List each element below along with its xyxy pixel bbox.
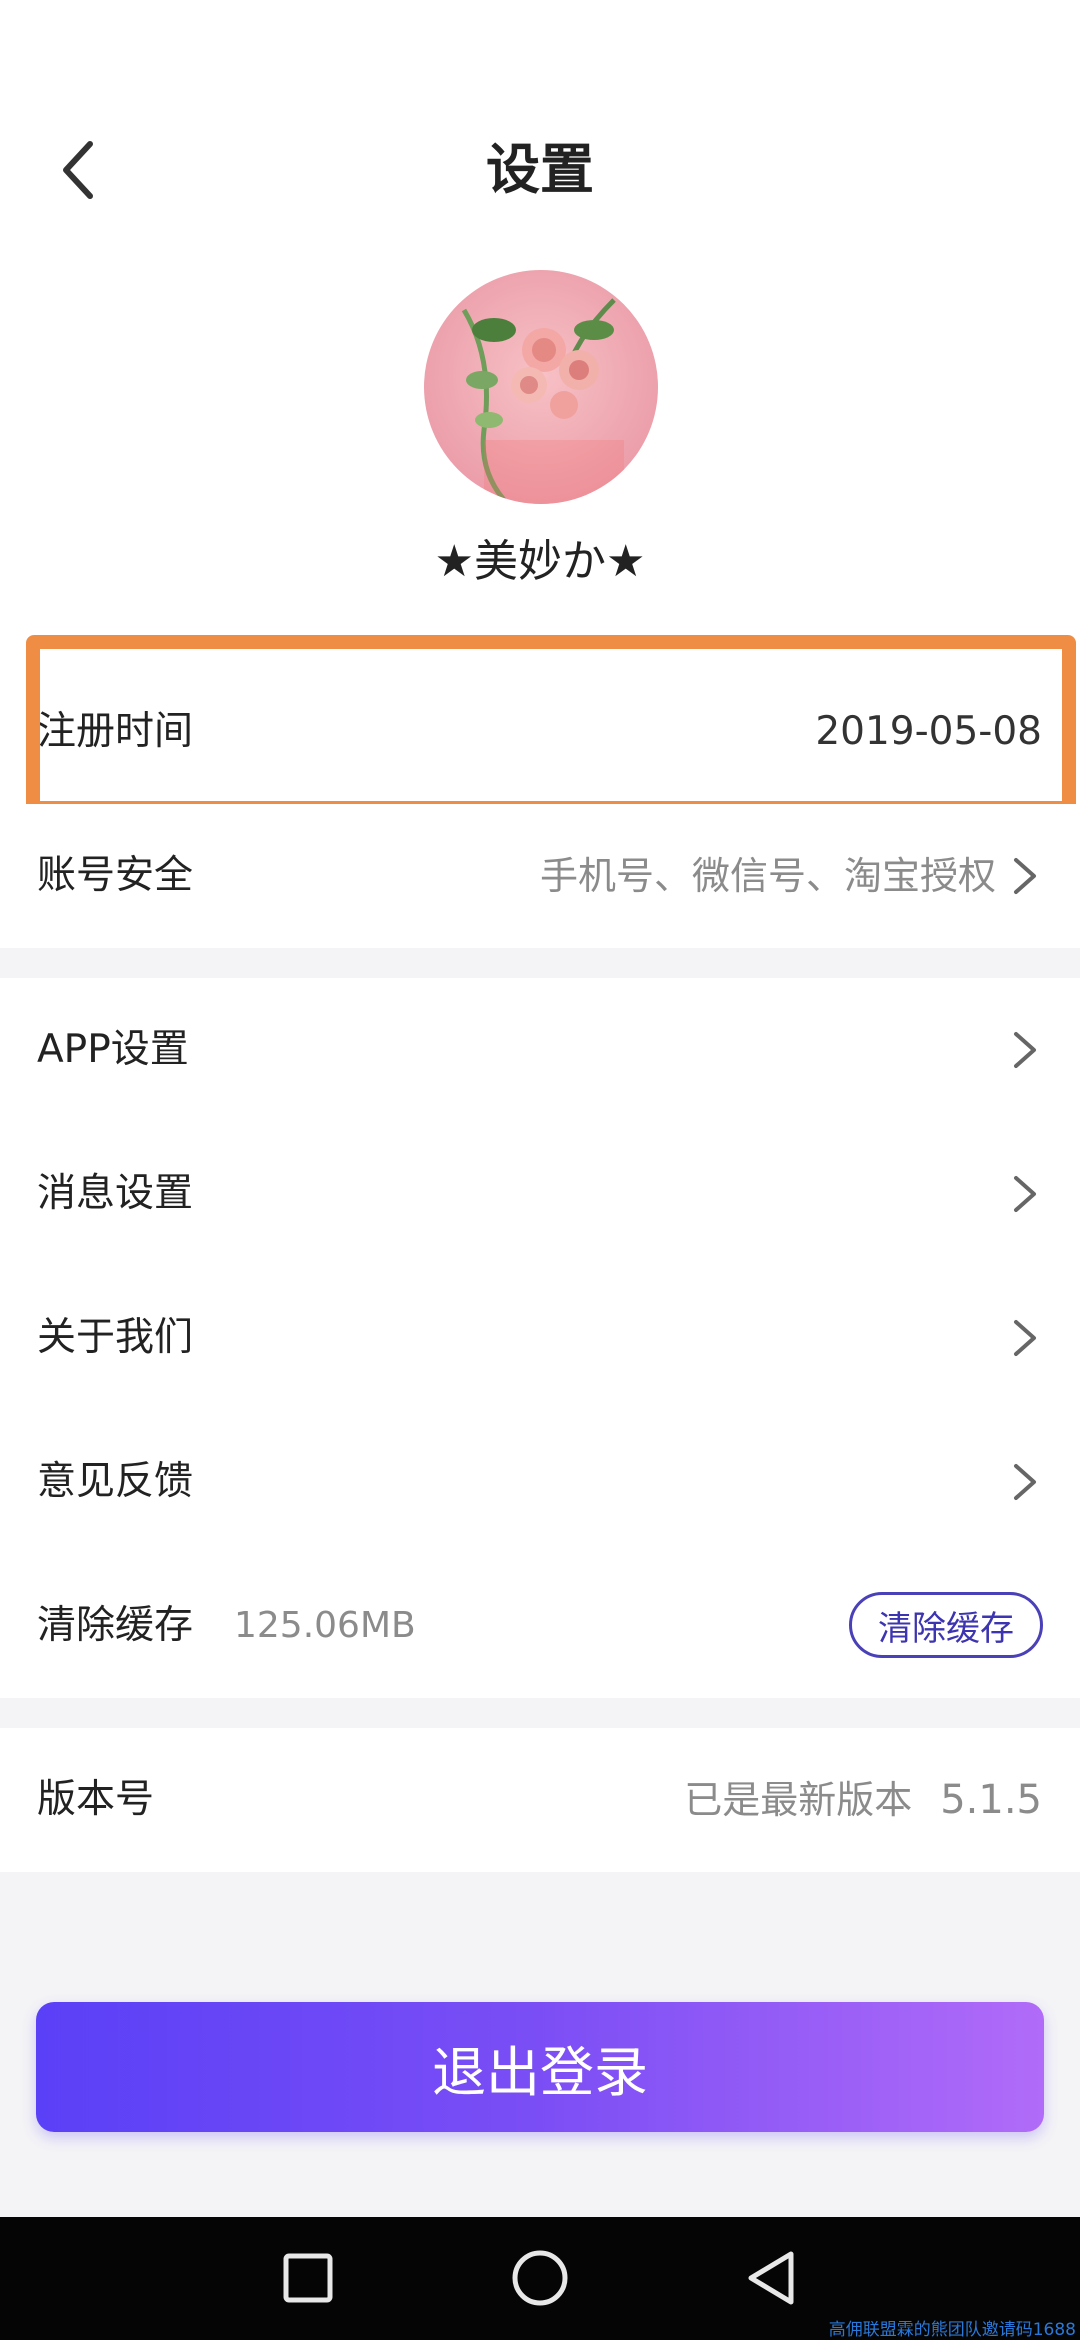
triangle-back-icon: [748, 2251, 794, 2305]
page-title: 设置: [486, 138, 594, 201]
row-message-settings[interactable]: 消息设置: [0, 1122, 1080, 1266]
feedback-label: 意见反馈: [37, 1459, 194, 1504]
version-label: 版本号: [37, 1777, 155, 1822]
message-settings-label: 消息设置: [37, 1171, 194, 1216]
row-account-security[interactable]: 账号安全 手机号、微信号、淘宝授权: [0, 804, 1080, 948]
clear-cache-label: 清除缓存: [37, 1603, 194, 1648]
about-us-label: 关于我们: [37, 1315, 194, 1360]
version-info: 已是最新版本 5.1.5: [684, 1728, 1042, 1872]
row-about-us[interactable]: 关于我们: [0, 1266, 1080, 1410]
chevron-right-icon: [1014, 858, 1036, 894]
avatar[interactable]: [424, 270, 658, 504]
section-divider: [0, 948, 1080, 978]
logout-button[interactable]: 退出登录: [36, 2002, 1044, 2132]
clear-cache-button[interactable]: 清除缓存: [849, 1592, 1043, 1658]
avatar-image: [424, 270, 658, 504]
row-clear-cache: 清除缓存 125.06MB 清除缓存: [0, 1554, 1080, 1698]
account-security-value: 手机号、微信号、淘宝授权: [539, 854, 996, 898]
bottom-area: 退出登录: [0, 1872, 1080, 2217]
circle-icon: [512, 2250, 568, 2306]
watermark-text: 高佣联盟霖的熊团队邀请码1688: [828, 2320, 1076, 2340]
row-app-settings[interactable]: APP设置: [0, 978, 1080, 1122]
home-button[interactable]: [505, 2243, 575, 2313]
recent-apps-button[interactable]: [273, 2243, 343, 2313]
row-feedback[interactable]: 意见反馈: [0, 1410, 1080, 1554]
profile: ★美妙か★: [0, 270, 1080, 610]
register-time-label: 注册时间: [37, 709, 194, 754]
square-icon: [283, 2253, 333, 2303]
app-settings-label: APP设置: [37, 1027, 189, 1072]
chevron-right-icon: [1014, 1320, 1036, 1356]
version-status: 已是最新版本: [684, 1778, 913, 1822]
row-register-time: 注册时间 2019-05-08: [0, 660, 1080, 804]
chevron-right-icon: [1014, 1464, 1036, 1500]
chevron-right-icon: [1014, 1176, 1036, 1212]
chevron-right-icon: [1014, 1032, 1036, 1068]
row-version: 版本号 已是最新版本 5.1.5: [0, 1728, 1080, 1872]
register-time-value: 2019-05-08: [815, 709, 1042, 754]
back-nav-button[interactable]: [736, 2243, 806, 2313]
cache-size: 125.06MB: [234, 1605, 416, 1646]
username: ★美妙か★: [434, 536, 646, 587]
header: 设置: [0, 0, 1080, 250]
account-security-label: 账号安全: [37, 853, 194, 898]
section-divider: [0, 1698, 1080, 1728]
version-number: 5.1.5: [940, 1777, 1042, 1823]
system-navbar: 高佣联盟霖的熊团队邀请码1688: [0, 2217, 1080, 2340]
